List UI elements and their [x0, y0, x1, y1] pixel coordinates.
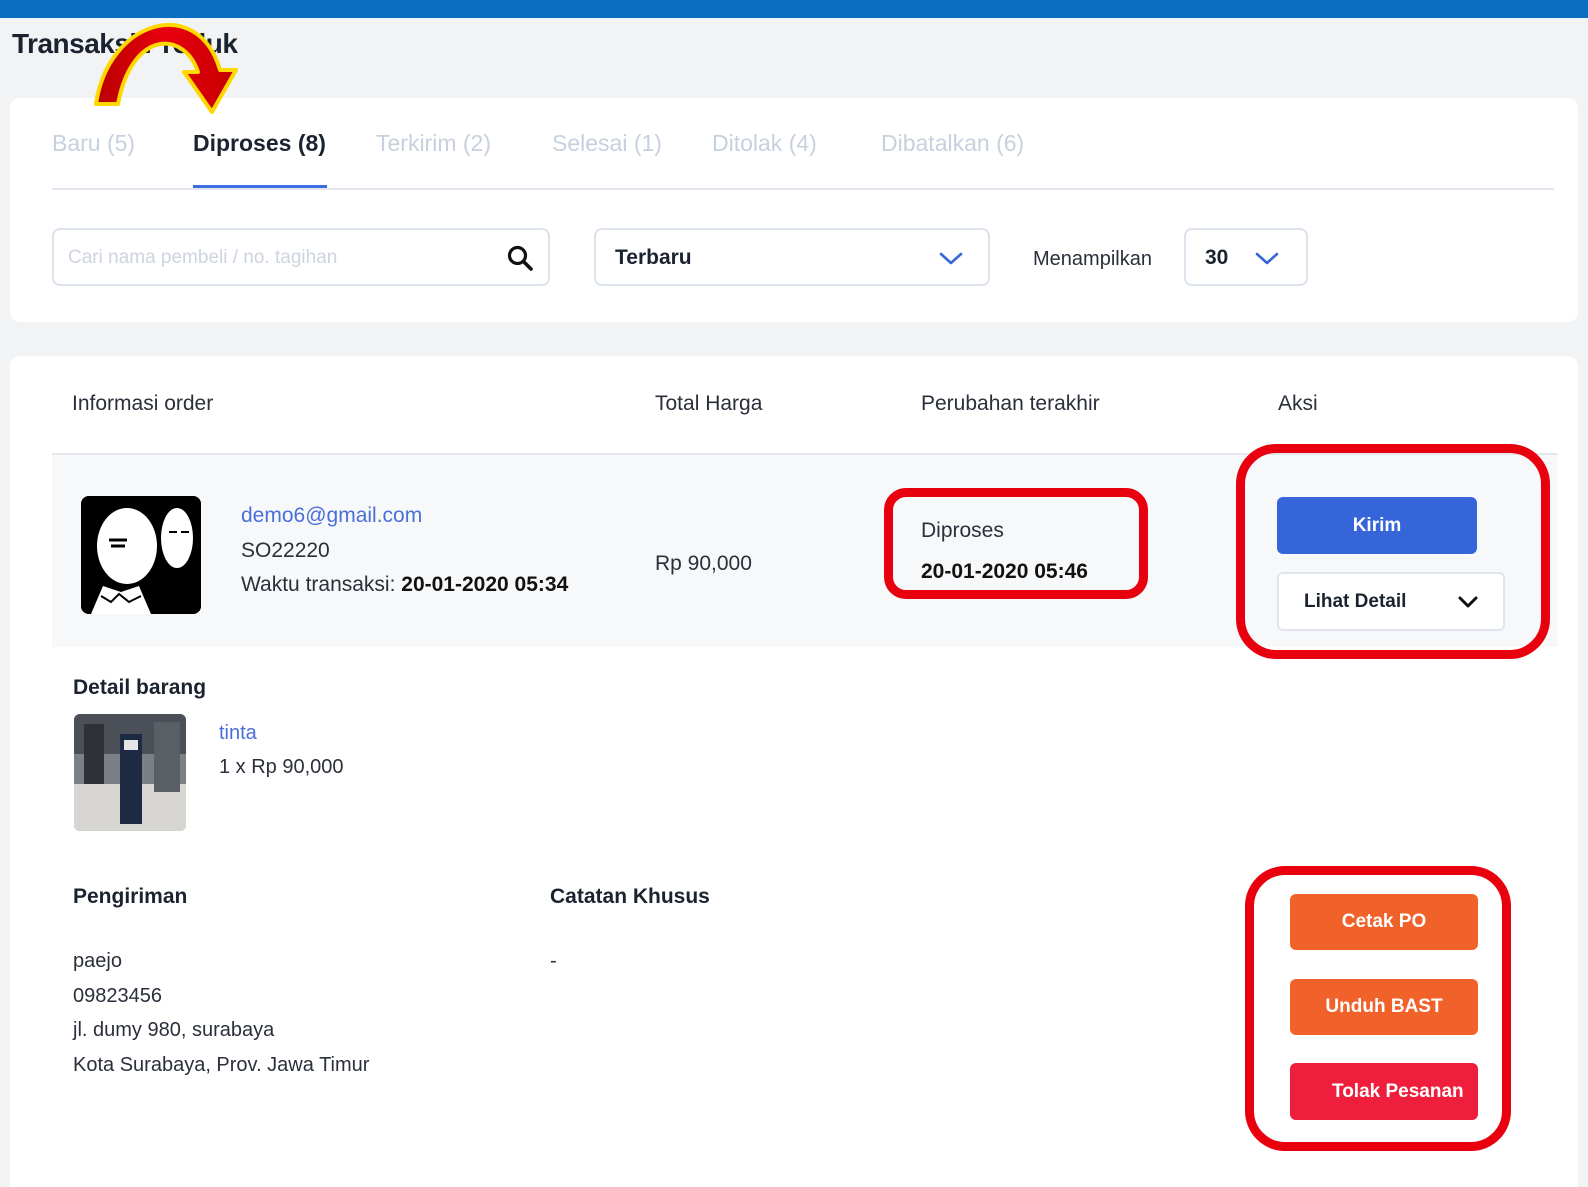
notes-value: -: [550, 950, 557, 972]
active-tab-indicator: [193, 185, 327, 188]
transaction-time-value: 20-01-2020 05:34: [401, 573, 569, 596]
sort-value: Terbaru: [615, 246, 692, 269]
total-price: Rp 90,000: [655, 552, 752, 575]
status-date: 20-01-2020 05:46: [921, 560, 1088, 583]
shipping-title: Pengiriman: [73, 885, 188, 908]
item-detail-title: Detail barang: [73, 676, 207, 699]
reject-order-button[interactable]: Tolak Pesanan: [1290, 1063, 1478, 1120]
status-label: Diproses: [921, 519, 1004, 542]
limit-select[interactable]: 30: [1184, 228, 1308, 286]
shipping-city: Kota Surabaya, Prov. Jawa Timur: [73, 1054, 370, 1076]
search-icon[interactable]: [506, 244, 534, 272]
buyer-avatar: [81, 496, 201, 614]
tab-baru[interactable]: Baru (5): [52, 130, 135, 157]
buyer-email-link[interactable]: demo6@gmail.com: [241, 504, 422, 528]
limit-value: 30: [1205, 246, 1229, 269]
tab-diproses[interactable]: Diproses (8): [193, 130, 326, 157]
item-name-link[interactable]: tinta: [219, 722, 257, 745]
header-order-info: Informasi order: [72, 392, 214, 415]
transaction-time: Waktu transaksi: 20-01-2020 05:34: [241, 573, 568, 597]
print-po-button[interactable]: Cetak PO: [1290, 894, 1478, 950]
show-label: Menampilkan: [1033, 248, 1152, 270]
tab-ditolak[interactable]: Ditolak (4): [712, 130, 817, 157]
product-thumbnail[interactable]: [74, 714, 186, 831]
tab-selesai[interactable]: Selesai (1): [552, 130, 662, 157]
sort-select[interactable]: Terbaru: [594, 228, 990, 286]
send-button[interactable]: Kirim: [1277, 497, 1477, 554]
header-total-price: Total Harga: [655, 392, 763, 415]
chevron-down-icon: [1255, 252, 1279, 265]
shipping-address: jl. dumy 980, surabaya: [73, 1019, 275, 1041]
page-title: Transaksi Produk: [12, 28, 238, 59]
transaction-time-label: Waktu transaksi:: [241, 573, 402, 596]
chevron-down-icon: [1458, 596, 1478, 608]
filter-card: Baru (5) Diproses (8) Terkirim (2) Seles…: [10, 98, 1578, 322]
view-detail-button[interactable]: Lihat Detail: [1277, 572, 1505, 631]
shipping-phone: 09823456: [73, 985, 162, 1007]
download-bast-button[interactable]: Unduh BAST: [1290, 979, 1478, 1035]
chevron-down-icon: [939, 252, 963, 265]
search-input[interactable]: [68, 242, 488, 274]
header-actions: Aksi: [1278, 392, 1318, 415]
view-detail-label: Lihat Detail: [1304, 590, 1407, 612]
shipping-name: paejo: [73, 950, 122, 972]
top-bar: [0, 0, 1588, 18]
search-box: [52, 228, 550, 286]
order-number: SO22220: [241, 539, 330, 562]
item-quantity: 1 x Rp 90,000: [219, 756, 344, 778]
tab-terkirim[interactable]: Terkirim (2): [376, 130, 491, 157]
header-last-change: Perubahan terakhir: [921, 392, 1100, 415]
notes-title: Catatan Khusus: [550, 885, 710, 908]
tab-dibatalkan[interactable]: Dibatalkan (6): [881, 130, 1024, 157]
order-list-card: Informasi order Total Harga Perubahan te…: [10, 356, 1578, 1187]
status-tabs: Baru (5) Diproses (8) Terkirim (2) Seles…: [52, 98, 1554, 190]
